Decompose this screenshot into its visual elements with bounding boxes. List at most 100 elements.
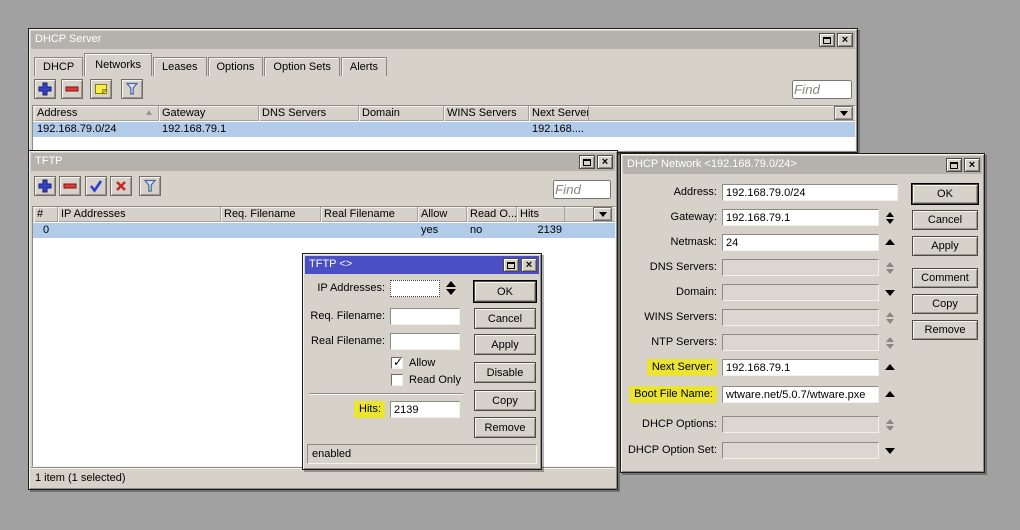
- arrow-up-icon[interactable]: [882, 239, 898, 245]
- add-button[interactable]: [34, 176, 56, 196]
- enable-button[interactable]: [85, 176, 107, 196]
- filter-button[interactable]: [139, 176, 161, 196]
- cell-gateway: 192.168.79.1: [159, 122, 259, 137]
- boot-file-name-input[interactable]: [722, 386, 879, 403]
- maximize-button[interactable]: [579, 155, 595, 169]
- netmask-input[interactable]: [722, 234, 879, 251]
- marker-highlight: Next Server:: [647, 359, 717, 376]
- copy-button[interactable]: Copy: [474, 390, 536, 411]
- disable-button[interactable]: [110, 176, 132, 196]
- arrow-up-icon[interactable]: [882, 391, 898, 397]
- remove-button[interactable]: Remove: [912, 320, 978, 340]
- tab-leases[interactable]: Leases: [153, 57, 206, 76]
- remove-button[interactable]: [59, 176, 81, 196]
- close-button[interactable]: [964, 158, 980, 172]
- column-header-read-only[interactable]: Read O...: [467, 207, 517, 222]
- column-header-allow[interactable]: Allow: [418, 207, 467, 222]
- list-header: Address Gateway DNS Servers Domain WINS …: [33, 106, 855, 121]
- maximize-button[interactable]: [819, 33, 835, 47]
- apply-button[interactable]: Apply: [474, 334, 536, 355]
- plus-icon: [37, 81, 53, 97]
- remove-button[interactable]: Remove: [474, 417, 536, 438]
- tftp-statusbar: 1 item (1 selected): [31, 467, 615, 487]
- add-button[interactable]: [34, 79, 56, 99]
- filter-button[interactable]: [121, 79, 143, 99]
- next-server-input[interactable]: [722, 359, 879, 376]
- column-select-button[interactable]: [593, 207, 612, 221]
- gateway-input[interactable]: [722, 209, 879, 226]
- dhcp-option-set-input[interactable]: [722, 442, 879, 459]
- tab-alerts[interactable]: Alerts: [341, 57, 387, 76]
- ntp-servers-input[interactable]: [722, 334, 879, 351]
- dhcp-network-titlebar[interactable]: DHCP Network <192.168.79.0/24>: [623, 156, 982, 174]
- disable-button[interactable]: Disable: [474, 362, 536, 383]
- column-header-next-server[interactable]: Next Server: [529, 106, 589, 121]
- cross-icon: [113, 178, 129, 194]
- chevron-down-icon[interactable]: [882, 290, 898, 296]
- read-only-checkbox[interactable]: [391, 374, 403, 386]
- req-filename-input[interactable]: [390, 308, 460, 325]
- column-header-req-filename[interactable]: Req. Filename: [221, 207, 321, 222]
- ip-addresses-input[interactable]: [390, 280, 440, 297]
- column-header-domain[interactable]: Domain: [359, 106, 444, 121]
- apply-button[interactable]: Apply: [912, 236, 978, 256]
- dns-servers-label: DNS Servers:: [625, 259, 717, 276]
- address-input[interactable]: [722, 184, 898, 201]
- tftp-entry-dialog: TFTP <> IP Addresses: Req. Filename: Rea…: [302, 253, 542, 470]
- real-filename-input[interactable]: [390, 333, 460, 350]
- dhcp-server-titlebar[interactable]: DHCP Server: [31, 31, 855, 49]
- close-button[interactable]: [521, 258, 537, 272]
- maximize-button[interactable]: [946, 158, 962, 172]
- spinner-updown-icon[interactable]: [443, 281, 459, 295]
- close-button[interactable]: [837, 33, 853, 47]
- wins-servers-input[interactable]: [722, 309, 879, 326]
- spinner-updown-icon[interactable]: [882, 419, 898, 431]
- maximize-icon: [950, 162, 958, 169]
- window-title: DHCP Server: [35, 33, 101, 45]
- comment-button[interactable]: [90, 79, 112, 99]
- ok-button[interactable]: OK: [912, 184, 978, 204]
- tab-dhcp[interactable]: DHCP: [34, 57, 83, 76]
- spinner-updown-icon[interactable]: [882, 337, 898, 349]
- column-header-address[interactable]: Address: [34, 106, 159, 121]
- allow-checkbox[interactable]: [391, 357, 403, 369]
- ok-button[interactable]: OK: [474, 281, 536, 302]
- column-header-ip-addresses[interactable]: IP Addresses: [58, 207, 221, 222]
- tab-networks[interactable]: Networks: [84, 53, 152, 76]
- spinner-updown-icon[interactable]: [882, 262, 898, 274]
- minus-icon: [62, 178, 78, 194]
- dhcp-options-input[interactable]: [722, 416, 879, 433]
- column-header-dns-servers[interactable]: DNS Servers: [259, 106, 359, 121]
- find-input[interactable]: [553, 180, 611, 199]
- column-header-hits[interactable]: Hits: [517, 207, 565, 222]
- spinner-updown-icon[interactable]: [882, 312, 898, 324]
- chevron-down-icon[interactable]: [882, 448, 898, 454]
- table-row[interactable]: 0 yes no 2139: [33, 223, 615, 238]
- find-input[interactable]: [792, 80, 852, 99]
- column-header-real-filename[interactable]: Real Filename: [321, 207, 418, 222]
- hits-input[interactable]: [390, 401, 460, 418]
- column-header-gateway[interactable]: Gateway: [159, 106, 259, 121]
- copy-button[interactable]: Copy: [912, 294, 978, 314]
- column-header-wins-servers[interactable]: WINS Servers: [444, 106, 529, 121]
- tab-options[interactable]: Options: [208, 57, 264, 76]
- cell-num: 0: [34, 223, 58, 238]
- tftp-titlebar[interactable]: TFTP: [31, 153, 615, 171]
- spinner-updown-icon[interactable]: [882, 212, 898, 224]
- cancel-button[interactable]: Cancel: [474, 308, 536, 329]
- arrow-up-icon[interactable]: [882, 364, 898, 370]
- chevron-down-icon: [599, 212, 607, 217]
- remove-button[interactable]: [61, 79, 83, 99]
- tab-option-sets[interactable]: Option Sets: [264, 57, 339, 76]
- comment-button[interactable]: Comment: [912, 268, 978, 288]
- column-header-num[interactable]: #: [34, 207, 58, 222]
- allow-label: Allow: [409, 357, 435, 370]
- close-button[interactable]: [597, 155, 613, 169]
- maximize-button[interactable]: [503, 258, 519, 272]
- table-row[interactable]: 192.168.79.0/24 192.168.79.1 192.168....: [33, 122, 855, 137]
- dhcp-networks-list: Address Gateway DNS Servers Domain WINS …: [32, 105, 856, 151]
- column-select-button[interactable]: [834, 106, 853, 120]
- domain-input[interactable]: [722, 284, 879, 301]
- cancel-button[interactable]: Cancel: [912, 210, 978, 230]
- dns-servers-input[interactable]: [722, 259, 879, 276]
